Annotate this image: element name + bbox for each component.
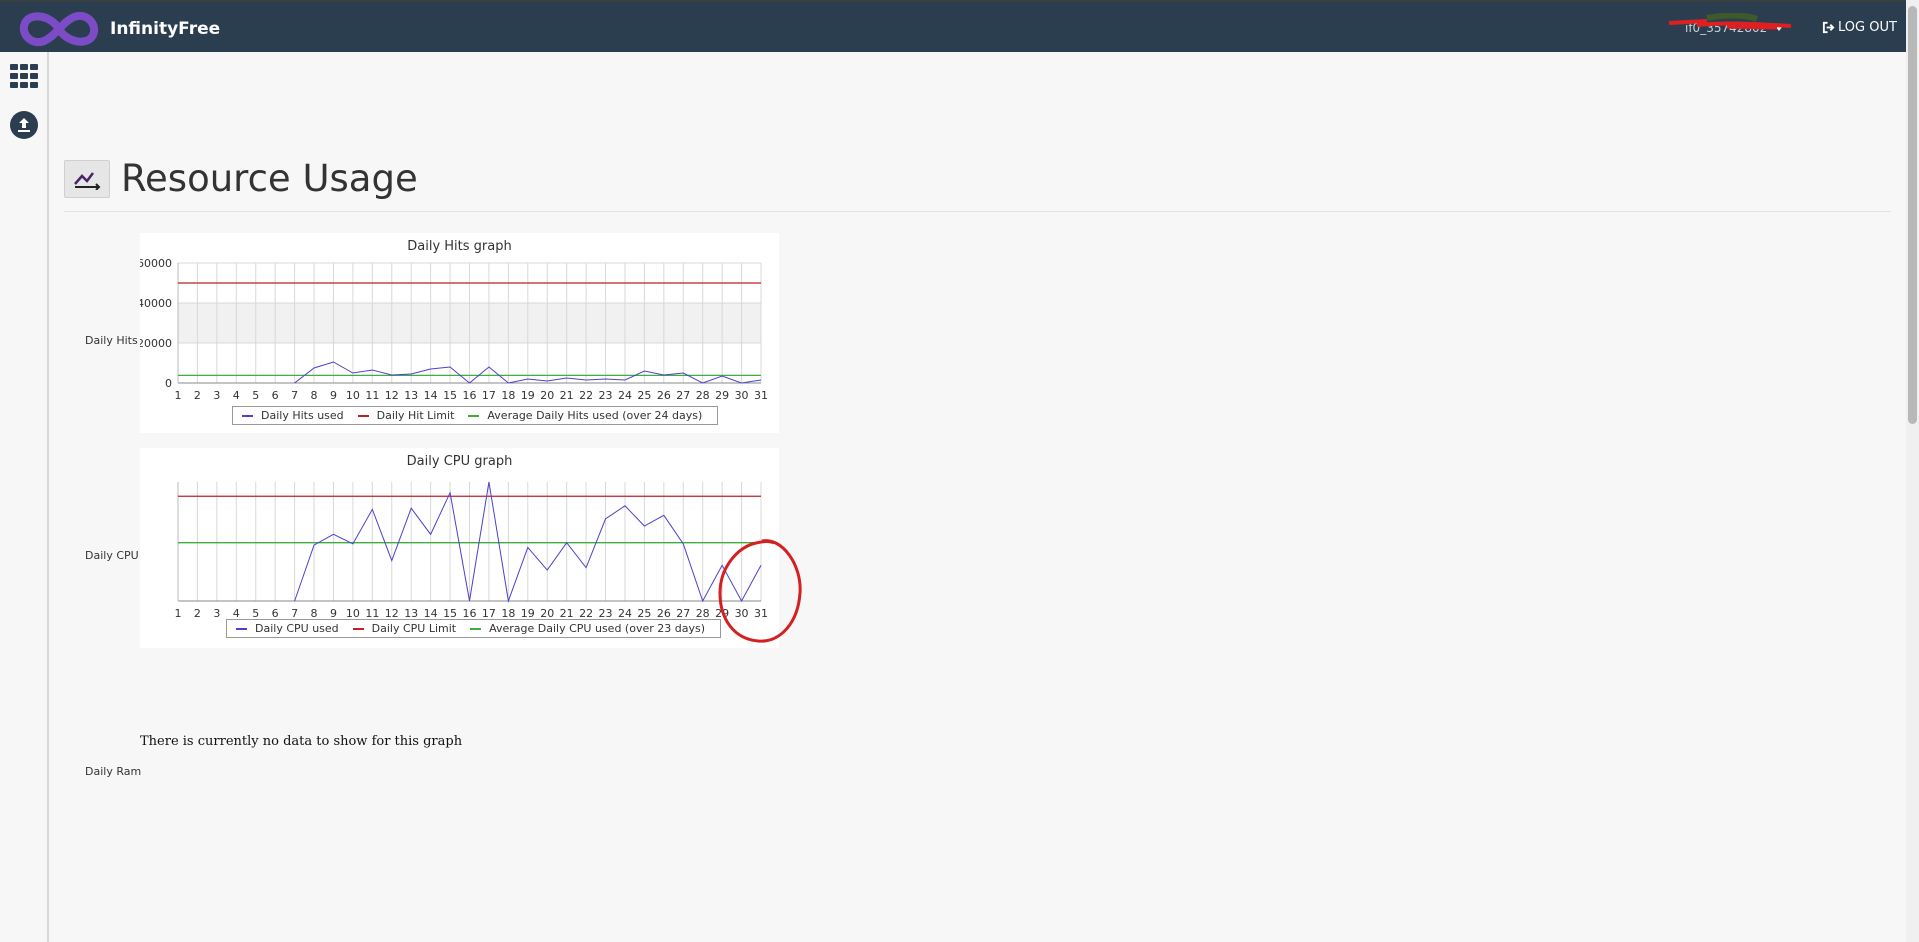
x-tick-label: 22 (579, 389, 593, 402)
legend-item: Daily CPU used (232, 622, 339, 635)
legend-swatch (470, 627, 482, 630)
x-tick-label: 28 (696, 389, 710, 402)
x-tick-label: 5 (252, 389, 259, 402)
legend-swatch (357, 414, 369, 417)
legend-label: Daily Hit Limit (376, 409, 455, 422)
user-account-dropdown[interactable]: if0_35742802 (1665, 13, 1792, 38)
x-tick-label: 19 (521, 389, 535, 402)
x-tick-label: 4 (233, 389, 240, 402)
x-tick-label: 26 (657, 389, 671, 402)
upload-icon (10, 111, 38, 139)
page-header: Resource Usage (64, 157, 418, 200)
x-tick-label: 9 (330, 389, 337, 402)
legend-label: Average Daily Hits used (over 24 days) (487, 409, 703, 422)
x-tick-label: 29 (715, 389, 729, 402)
legend-swatch (236, 627, 247, 630)
x-tick-label: 11 (365, 389, 379, 402)
y-tick-label: 60000 (140, 257, 172, 270)
infinity-logo-icon (19, 11, 99, 47)
legend-item: Daily Hit Limit (354, 409, 455, 422)
x-tick-label: 30 (735, 389, 749, 402)
logout-button[interactable]: LOG OUT (1822, 20, 1897, 35)
x-tick-label: 14 (424, 389, 438, 402)
logout-icon (1822, 21, 1835, 34)
upload-button[interactable] (9, 110, 39, 140)
y-tick-label: 0 (165, 377, 172, 390)
x-tick-label: 17 (482, 389, 496, 402)
legend-swatch (242, 414, 253, 417)
apps-menu-button[interactable] (9, 61, 39, 91)
chart-legend: Daily Hits used Daily Hit Limit Average … (232, 406, 719, 425)
x-tick-label: 24 (618, 389, 632, 402)
x-tick-label: 18 (501, 389, 515, 402)
chart-title: Daily Hits graph (407, 239, 512, 254)
logout-label: LOG OUT (1838, 20, 1897, 35)
legend-label: Daily Hits used (261, 409, 344, 422)
x-tick-label: 3 (213, 607, 220, 620)
page-scrollbar[interactable] (1906, 0, 1919, 942)
y-tick-label: 40000 (140, 297, 172, 310)
chart-legend: Daily CPU used Daily CPU Limit Average D… (226, 619, 721, 638)
legend-label: Daily CPU Limit (371, 622, 457, 635)
x-tick-label: 7 (291, 389, 298, 402)
cpu-ylabel: Daily CPU (85, 549, 139, 562)
brand-name: InfinityFree (110, 19, 221, 39)
legend-item: Average Daily CPU used (over 23 days) (466, 622, 705, 635)
legend-label: Daily CPU used (255, 622, 339, 635)
x-tick-label: 15 (443, 389, 457, 402)
legend-swatch (468, 414, 480, 417)
x-tick-label: 10 (346, 389, 360, 402)
ram-no-data-message: There is currently no data to show for t… (140, 734, 463, 749)
legend-item: Daily Hits used (238, 409, 344, 422)
x-tick-label: 23 (599, 389, 613, 402)
chart-title: Daily CPU graph (406, 454, 513, 469)
x-tick-label: 2 (194, 607, 201, 620)
resource-usage-icon (64, 159, 110, 198)
redaction-scribble (1668, 13, 1792, 30)
left-sidebar (0, 52, 49, 942)
x-tick-label: 27 (676, 389, 690, 402)
x-tick-label: 13 (404, 389, 418, 402)
top-navbar: InfinityFree if0_35742802 LOG OUT (0, 0, 1919, 52)
x-tick-label: 2 (194, 389, 201, 402)
brand-logo[interactable]: InfinityFree (18, 6, 220, 52)
legend-swatch (352, 627, 364, 630)
legend-item: Daily CPU Limit (349, 622, 456, 635)
x-tick-label: 21 (560, 389, 574, 402)
x-tick-label: 25 (637, 389, 651, 402)
x-tick-label: 3 (213, 389, 220, 402)
daily-cpu-chart: 1 2 3 4 5 6 7 8 9 10 11 12 13 14 15 16 17 18 19 20 21 22 23 24 2… (140, 448, 779, 648)
ram-ylabel: Daily Ram (85, 765, 142, 778)
x-tick-label: 8 (311, 389, 318, 402)
annotation-circle (718, 539, 802, 643)
x-tick-label: 6 (272, 389, 279, 402)
x-tick-label: 31 (754, 389, 768, 402)
daily-hits-plot: 02000040000600001 2 3 4 5 6 7 8 9 10 11 12 13 14 15 16 1… (140, 257, 768, 402)
x-tick-label: 12 (385, 389, 399, 402)
legend-item: Average Daily Hits used (over 24 days) (464, 409, 702, 422)
y-tick-label: 20000 (140, 337, 172, 350)
daily-hits-chart: 0 20000 40000 60000 1 2 3 4 5 6 7 8 9 10 11 12 13 14 15 16 1… (140, 233, 779, 433)
page-title: Resource Usage (121, 157, 418, 200)
apps-grid-icon (10, 64, 38, 88)
header-divider (64, 211, 1891, 212)
daily-cpu-plot: 1 2 3 4 5 6 7 8 9 10 11 12 13 14 15 16 17 18 19 20 21 22 23 24 2… (175, 481, 768, 620)
x-tick-label: 20 (540, 389, 554, 402)
line-chart-icon (74, 171, 101, 190)
x-tick-label: 16 (463, 389, 477, 402)
x-tick-label: 1 (175, 607, 182, 620)
legend-label: Average Daily CPU used (over 23 days) (489, 622, 705, 635)
hits-ylabel: Daily Hits (85, 334, 138, 347)
x-tick-label: 1 (175, 389, 182, 402)
scrollbar-thumb[interactable] (1908, 6, 1917, 424)
